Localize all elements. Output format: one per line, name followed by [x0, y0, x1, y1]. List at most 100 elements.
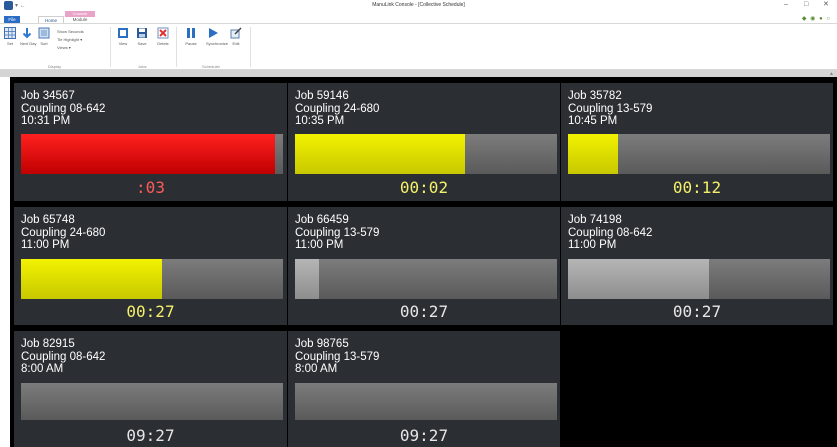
progress-bar [295, 134, 557, 174]
progress-fill [21, 259, 163, 299]
tab-module[interactable]: Module [65, 16, 95, 23]
job-grid: Job 34567 Coupling 08-642 10:31 PM :03 J… [10, 77, 837, 447]
job-card[interactable]: Job 66459 Coupling 13-579 11:00 PM 00:27 [288, 207, 560, 325]
set-button[interactable]: Set [3, 27, 17, 46]
job-number: Job 35782 [568, 90, 622, 102]
job-number: Job 59146 [295, 90, 349, 102]
progress-bar [568, 134, 830, 174]
delete-button[interactable]: Delete [156, 27, 170, 46]
status-icons[interactable]: ◆ ◉ ● ○ [802, 15, 831, 22]
arrow-down-icon [22, 28, 32, 39]
group-separator [176, 27, 177, 67]
group-separator [250, 27, 251, 67]
progress-bar [21, 259, 283, 299]
maximize-button[interactable]: □ [804, 1, 808, 9]
scheduled-time: 10:31 PM [21, 115, 71, 127]
view-icon [118, 28, 128, 38]
progress-bar [568, 259, 830, 299]
window-title: ManuLink Console - [Collective Schedule] [372, 2, 465, 8]
job-card[interactable]: Job 82915 Coupling 08-642 8:00 AM 09:27 [14, 331, 287, 447]
coupling-label: Coupling 24-680 [295, 102, 380, 115]
show-seconds-option[interactable]: Show Seconds [57, 29, 84, 34]
job-number: Job 65748 [21, 214, 75, 226]
ribbon-tab-row: Console File Home Module ◆ ◉ ● ○ [0, 11, 837, 23]
group-label-display: Display [48, 64, 62, 69]
coupling-label: Coupling 08-642 [21, 350, 106, 363]
scheduled-time: 11:00 PM [568, 239, 617, 251]
ribbon-bottom-bar: ▲ [0, 70, 837, 77]
progress-bar [21, 383, 283, 420]
countdown-timer: 00:12 [672, 178, 722, 197]
job-number: Job 66459 [295, 214, 349, 226]
coupling-label: Coupling 13-579 [295, 350, 380, 363]
countdown-timer: 09:27 [399, 426, 449, 445]
sort-button[interactable]: Sort [37, 27, 51, 46]
job-info: Job 82915 Coupling 08-642 8:00 AM [21, 338, 105, 376]
progress-fill [295, 259, 319, 299]
tab-file[interactable]: File [4, 16, 20, 23]
pause-icon [187, 28, 195, 38]
job-number: Job 74198 [568, 214, 622, 226]
edit-button[interactable]: Edit [229, 27, 243, 46]
progress-bar [21, 134, 283, 174]
job-card[interactable]: Job 34567 Coupling 08-642 10:31 PM :03 [14, 83, 287, 201]
play-icon [209, 28, 218, 38]
progress-fill [295, 134, 466, 174]
delete-icon [157, 27, 169, 39]
synchronize-button[interactable]: Synchronize [206, 27, 228, 46]
scheduled-time: 8:00 AM [21, 363, 64, 375]
view-button[interactable]: View [116, 27, 130, 46]
group-label-jobs: Jobs [138, 64, 147, 69]
scheduled-time: 10:35 PM [295, 115, 345, 127]
title-bar: ▾ ← ManuLink Console - [Collective Sched… [0, 0, 837, 11]
job-info: Job 74198 Coupling 08-642 11:00 PM [568, 214, 652, 252]
grid-icon [4, 27, 16, 39]
progress-fill [21, 134, 276, 174]
countdown-timer: 00:02 [399, 178, 449, 197]
coupling-label: Coupling 24-680 [21, 226, 106, 239]
sort-icon [38, 27, 50, 39]
close-button[interactable]: ✕ [823, 1, 829, 9]
job-card[interactable]: Job 98765 Coupling 13-579 8:00 AM 09:27 [288, 331, 560, 447]
countdown-timer: :03 [136, 178, 165, 197]
progress-bar [295, 383, 557, 420]
job-info: Job 98765 Coupling 13-579 8:00 AM [295, 338, 379, 376]
job-card[interactable]: Job 65748 Coupling 24-680 11:00 PM 00:27 [14, 207, 287, 325]
job-card[interactable]: Job 59146 Coupling 24-680 10:35 PM 00:02 [288, 83, 560, 201]
progress-bar [295, 259, 557, 299]
next-day-button[interactable]: Next Day [20, 27, 36, 46]
job-info: Job 66459 Coupling 13-579 11:00 PM [295, 214, 379, 252]
views-dropdown[interactable]: Views ▾ [57, 45, 71, 50]
save-button[interactable]: Save [135, 27, 149, 46]
scheduled-time: 8:00 AM [295, 363, 338, 375]
save-icon [137, 28, 147, 38]
countdown-timer: 00:27 [672, 302, 722, 321]
tab-home[interactable]: Home [38, 16, 64, 23]
ribbon: Set Next Day Sort Show Seconds Tie Highl… [0, 23, 837, 70]
job-number: Job 82915 [21, 338, 75, 350]
job-info: Job 34567 Coupling 08-642 10:31 PM [21, 90, 105, 128]
job-card[interactable]: Job 35782 Coupling 13-579 10:45 PM 00:12 [561, 83, 833, 201]
job-card[interactable]: Job 74198 Coupling 08-642 11:00 PM 00:27 [561, 207, 833, 325]
job-number: Job 34567 [21, 90, 75, 102]
job-info: Job 65748 Coupling 24-680 11:00 PM [21, 214, 105, 252]
countdown-timer: 00:27 [399, 302, 449, 321]
minimize-button[interactable]: – [784, 1, 788, 9]
coupling-label: Coupling 08-642 [21, 102, 106, 115]
job-number: Job 98765 [295, 338, 349, 350]
edit-icon [230, 27, 242, 39]
scheduled-time: 10:45 PM [568, 115, 618, 127]
job-info: Job 35782 Coupling 13-579 10:45 PM [568, 90, 652, 128]
scheduled-time: 11:00 PM [21, 239, 70, 251]
coupling-label: Coupling 13-579 [568, 102, 653, 115]
coupling-label: Coupling 13-579 [295, 226, 380, 239]
countdown-timer: 09:27 [126, 426, 175, 445]
progress-fill [568, 134, 618, 174]
countdown-timer: 00:27 [126, 302, 175, 321]
coupling-label: Coupling 08-642 [568, 226, 653, 239]
group-separator [110, 27, 111, 67]
group-label-scheduler: Scheduler [202, 64, 221, 69]
tie-highlight-dropdown[interactable]: Tie Highlight ▾ [57, 37, 82, 42]
pause-button[interactable]: Pause [184, 27, 198, 46]
job-info: Job 59146 Coupling 24-680 10:35 PM [295, 90, 379, 128]
